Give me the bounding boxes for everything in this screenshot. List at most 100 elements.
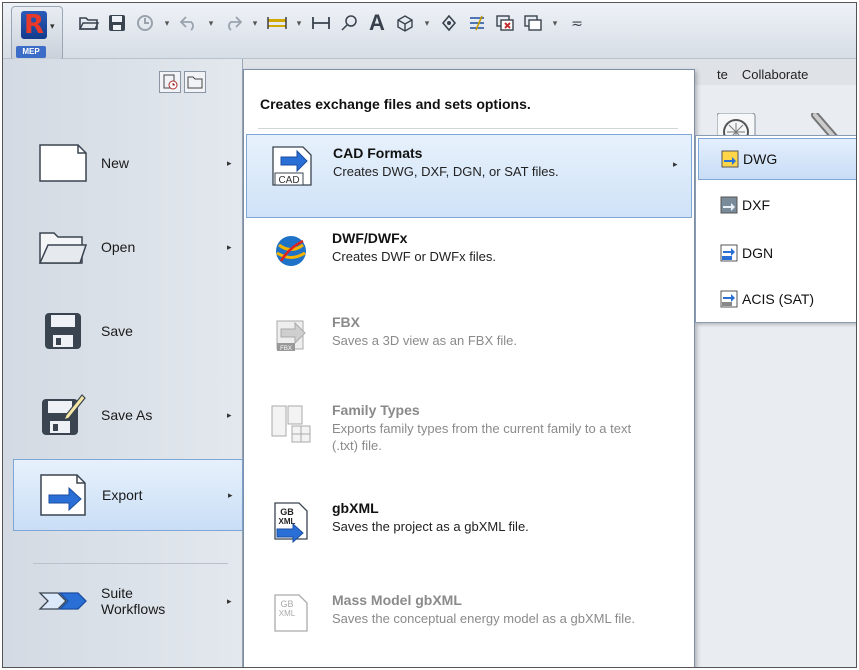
new-document-icon	[37, 139, 89, 187]
menu-item-label: Suite Workflows	[101, 585, 166, 617]
submenu-item-cad-formats[interactable]: CAD CAD Formats Creates DWG, DXF, DGN, o…	[246, 134, 692, 218]
thin-lines-icon[interactable]	[466, 12, 488, 34]
submenu-arrow-icon: ▸	[227, 241, 232, 252]
flyout-item-label: ACIS (SAT)	[742, 291, 815, 307]
submenu-item-title: Family Types	[332, 402, 420, 418]
submenu-item-description: Exports family types from the current fa…	[332, 421, 632, 453]
svg-text:XML: XML	[279, 609, 296, 618]
tab-partial[interactable]: te	[717, 67, 728, 82]
submenu-item-title: DWF/DWFx	[332, 230, 408, 246]
application-menu-button[interactable]: R ▾ MEP	[11, 6, 63, 61]
save-icon	[37, 307, 89, 355]
tab-collaborate[interactable]: Collaborate	[742, 67, 809, 82]
gbxml-icon: GB XML	[268, 498, 314, 544]
menu-item-label: Save As	[101, 407, 153, 423]
submenu-arrow-icon: ▸	[227, 157, 232, 168]
revit-logo-icon: R	[21, 11, 47, 39]
submenu-arrow-icon: ▸	[227, 595, 232, 606]
mass-model-gbxml-icon: GB XML	[268, 590, 314, 636]
svg-text:CAD: CAD	[278, 175, 299, 186]
submenu-item-description: Saves the conceptual energy model as a g…	[332, 611, 636, 626]
menu-item-save[interactable]: Save	[13, 299, 243, 363]
dimension-icon[interactable]	[310, 12, 332, 34]
mep-badge: MEP	[16, 46, 46, 58]
text-icon[interactable]: A	[366, 10, 388, 35]
application-menu: New ▸ Open ▸ Save Save As ▸ Export ▸ Sui…	[3, 59, 243, 667]
submenu-item-gbxml[interactable]: GB XML gbXML Saves the project as a gbXML…	[246, 490, 692, 576]
submenu-item-description: Creates DWG, DXF, DGN, or SAT files.	[333, 164, 559, 179]
menu-item-label: Export	[102, 487, 143, 503]
svg-text:GB: GB	[280, 599, 293, 609]
tag-icon[interactable]	[338, 12, 360, 34]
fbx-icon: FBX	[268, 312, 314, 358]
suite-workflows-icon	[37, 577, 89, 625]
folder-open-icon	[37, 223, 89, 271]
dxf-icon	[720, 196, 738, 214]
family-types-icon	[268, 400, 314, 446]
submenu-item-dwf-dwfx[interactable]: DWF/DWFx Creates DWF or DWFx files.	[246, 220, 692, 302]
save-icon[interactable]	[106, 12, 128, 34]
submenu-item-title: CAD Formats	[333, 145, 423, 161]
chevron-down-icon: ▾	[50, 21, 55, 31]
chevron-down-icon[interactable]: ▾	[250, 12, 260, 34]
flyout-item-dwg[interactable]: DWG	[698, 138, 856, 180]
submenu-item-description: Saves the project as a gbXML file.	[332, 519, 529, 534]
menu-item-label: Save	[101, 323, 133, 339]
quick-access-toolbar: R ▾ MEP ▾ ▾ ▾ ▾ A ▾ ▾ ≂	[3, 3, 856, 61]
submenu-item-description: Creates DWF or DWFx files.	[332, 249, 496, 264]
chevron-down-icon[interactable]: ▾	[550, 12, 560, 34]
menu-item-suite-workflows[interactable]: Suite Workflows ▸	[13, 569, 243, 633]
chevron-down-icon[interactable]: ▾	[162, 12, 172, 34]
switch-windows-icon[interactable]	[522, 12, 544, 34]
submenu-item-mass-model-gbxml[interactable]: GB XML Mass Model gbXML Saves the concept…	[246, 582, 692, 667]
ribbon-tabs: te Collaborate	[693, 63, 856, 85]
menu-item-export[interactable]: Export ▸	[13, 459, 243, 531]
application-window: R ▾ MEP ▾ ▾ ▾ ▾ A ▾ ▾ ≂ te Collaborate N…	[2, 2, 857, 668]
customize-icon[interactable]: ≂	[566, 12, 588, 34]
submenu-item-title: FBX	[332, 314, 360, 330]
export-icon	[38, 471, 90, 519]
flyout-item-label: DGN	[742, 245, 774, 261]
svg-text:GB: GB	[280, 507, 294, 517]
menu-item-new[interactable]: New ▸	[13, 131, 243, 195]
submenu-item-family-types[interactable]: Family Types Exports family types from t…	[246, 392, 692, 482]
dwf-globe-icon	[268, 228, 314, 274]
chevron-down-icon[interactable]: ▾	[294, 12, 304, 34]
acis-sat-icon	[720, 290, 738, 308]
chevron-down-icon[interactable]: ▾	[422, 12, 432, 34]
submenu-item-description: Saves a 3D view as an FBX file.	[332, 333, 517, 348]
save-as-icon	[37, 391, 89, 439]
export-submenu: Creates exchange files and sets options.…	[243, 69, 695, 667]
dwg-icon	[721, 150, 739, 168]
submenu-divider	[258, 128, 678, 129]
menu-item-save-as[interactable]: Save As ▸	[13, 383, 243, 447]
open-documents-icon[interactable]	[184, 71, 206, 93]
submenu-arrow-icon: ▸	[673, 159, 678, 169]
chevron-down-icon[interactable]: ▾	[206, 12, 216, 34]
cad-formats-flyout: DWG DXF DGN ACIS (SAT)	[695, 135, 856, 323]
flyout-item-dgn[interactable]: DGN	[698, 232, 856, 274]
submenu-header: Creates exchange files and sets options.	[260, 96, 531, 112]
measure-icon[interactable]	[266, 12, 288, 34]
close-windows-icon[interactable]	[494, 12, 516, 34]
undo-icon[interactable]	[178, 12, 200, 34]
submenu-arrow-icon: ▸	[227, 409, 232, 420]
menu-divider	[33, 563, 228, 564]
flyout-item-acis-sat[interactable]: ACIS (SAT)	[698, 278, 856, 320]
menu-item-label: New	[101, 155, 130, 171]
sync-icon[interactable]	[134, 12, 156, 34]
submenu-item-fbx[interactable]: FBX FBX Saves a 3D view as an FBX file.	[246, 304, 692, 386]
flyout-item-label: DXF	[742, 197, 770, 213]
flyout-item-dxf[interactable]: DXF	[698, 184, 856, 226]
svg-text:FBX: FBX	[280, 346, 292, 352]
recent-documents-icon[interactable]	[159, 71, 181, 93]
submenu-item-title: gbXML	[332, 500, 379, 516]
dgn-icon	[720, 244, 738, 262]
submenu-item-title: Mass Model gbXML	[332, 592, 462, 608]
open-icon[interactable]	[78, 12, 100, 34]
section-icon[interactable]	[438, 12, 460, 34]
redo-icon[interactable]	[222, 12, 244, 34]
flyout-item-label: DWG	[743, 151, 778, 167]
3d-view-icon[interactable]	[394, 12, 416, 34]
menu-item-open[interactable]: Open ▸	[13, 215, 243, 279]
